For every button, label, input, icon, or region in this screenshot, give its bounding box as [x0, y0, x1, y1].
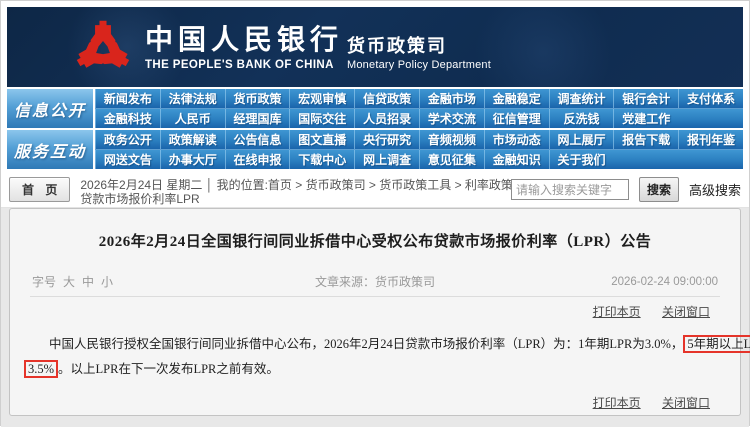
nav-item-renminbi[interactable]: 人民币: [159, 109, 225, 128]
nav-cell-empty: [613, 150, 678, 169]
dept-name-en: Monetary Policy Department: [347, 59, 491, 71]
nav-item-tuwenzhibo[interactable]: 图文直播: [289, 130, 354, 149]
nav-item-jinrongshichang[interactable]: 金融市场: [419, 89, 484, 108]
bank-title-block: 中国人民银行 THE PEOPLE'S BANK OF CHINA: [145, 24, 343, 71]
nav-item-banshidating[interactable]: 办事大厅: [159, 150, 225, 169]
print-close-row-top: 打印本页 关闭窗口: [10, 303, 710, 320]
nav-section-label-service[interactable]: 服务互动: [7, 130, 93, 169]
nav-item-hongguanshenshen[interactable]: 宏观审慎: [289, 89, 354, 108]
nav-item-diaochatongji[interactable]: 调查统计: [548, 89, 614, 108]
print-page-link[interactable]: 打印本页: [593, 396, 641, 410]
nav-item-huobizhengce[interactable]: 货币政策: [224, 89, 290, 108]
nav-row-4: 网送文告 办事大厅 在线申报 下载中心 网上调查 意见征集 金融知识 关于我们: [95, 149, 743, 169]
article-body: 中国人民银行授权全国银行间同业拆借中心公布，2026年2月24日贷款市场报价利率…: [24, 332, 750, 382]
nav-item-baogaoxiazai[interactable]: 报告下载: [613, 130, 678, 149]
nav-row-1: 新闻发布 法律法规 货币政策 宏观审慎 信贷政策 金融市场 金融稳定 调查统计 …: [95, 89, 743, 108]
nav-item-zhengxinguanli[interactable]: 征信管理: [483, 109, 549, 128]
print-page-link[interactable]: 打印本页: [593, 305, 641, 319]
dept-title-block: 货币政策司 Monetary Policy Department: [347, 34, 491, 71]
nav-row-2: 金融科技 人民币 经理国库 国际交往 人员招录 学术交流 征信管理 反洗钱 党建…: [95, 108, 743, 128]
nav-row-3: 政务公开 政策解读 公告信息 图文直播 央行研究 音频视频 市场动态 网上展厅 …: [95, 130, 743, 149]
article-paragraph-line-2: 3.5% 。以上LPR在下一次发布LPR之前有效。: [24, 357, 726, 382]
nav-item-dangjiangongzuo[interactable]: 党建工作: [613, 109, 678, 128]
nav-item-baokannianjian[interactable]: 报刊年鉴: [678, 130, 743, 149]
paragraph-text-2: 。以上LPR在下一次发布LPR之前有效。: [58, 362, 279, 376]
nav-cell-empty: [678, 109, 743, 128]
font-size-large[interactable]: 大: [63, 273, 75, 290]
article-title: 2026年2月24日全国银行间同业拆借中心受权公布贷款市场报价利率（LPR）公告: [98, 234, 652, 250]
nav-item-yinhangkuaiji[interactable]: 银行会计: [613, 89, 678, 108]
close-window-link[interactable]: 关闭窗口: [662, 305, 710, 319]
nav-item-wangshangdiaocha[interactable]: 网上调查: [354, 150, 419, 169]
nav-item-xinwenfabu[interactable]: 新闻发布: [95, 89, 160, 108]
article-datetime: 2026-02-24 09:00:00: [611, 275, 718, 288]
print-close-row-bottom: 打印本页 关闭窗口: [10, 394, 710, 411]
header-banner: 中国人民银行 THE PEOPLE'S BANK OF CHINA 货币政策司 …: [7, 7, 743, 87]
nav-item-xindaizhengce[interactable]: 信贷政策: [354, 89, 419, 108]
nav-item-gonggaoxinxi[interactable]: 公告信息: [224, 130, 290, 149]
pboc-logo-icon: [73, 20, 133, 74]
nav-item-falvfagui[interactable]: 法律法规: [159, 89, 225, 108]
nav-item-wangshangzhanting[interactable]: 网上展厅: [548, 130, 614, 149]
nav-item-yinpinshipin[interactable]: 音频视频: [419, 130, 484, 149]
paragraph-text-1: 中国人民银行授权全国银行间同业拆借中心公布，2026年2月24日贷款市场报价利率…: [49, 337, 684, 351]
article-panel: 2026年2月24日全国银行间同业拆借中心受权公布贷款市场报价利率（LPR）公告…: [9, 208, 750, 416]
nav-item-renyuanzhaolu[interactable]: 人员招录: [354, 109, 419, 128]
nav-item-guanyuwomen[interactable]: 关于我们: [548, 150, 614, 169]
nav-item-xueshujiaoliu[interactable]: 学术交流: [419, 109, 484, 128]
nav-item-fanxiqian[interactable]: 反洗钱: [548, 109, 614, 128]
nav-section-label-info[interactable]: 信息公开: [7, 89, 93, 128]
search-button[interactable]: 搜索: [638, 177, 679, 202]
nav-cell-empty: [678, 150, 743, 169]
bank-name-en: THE PEOPLE'S BANK OF CHINA: [145, 59, 334, 71]
breadcrumb[interactable]: 2026年2月24日 星期二 │ 我的位置:首页 > 货币政策司 > 货币政策工…: [80, 178, 532, 206]
header: 中国人民银行 THE PEOPLE'S BANK OF CHINA 货币政策司 …: [1, 1, 749, 87]
highlight-rate-value: 3.5%: [24, 360, 59, 378]
nav-item-xiazaizhongxin[interactable]: 下载中心: [289, 150, 354, 169]
article-meta-row: 字号 大 中 小 文章来源：货币政策司 2026-02-24 09:00:00: [32, 273, 718, 290]
breadcrumb-bar: 首 页 2026年2月24日 星期二 │ 我的位置:首页 > 货币政策司 > 货…: [1, 171, 749, 208]
nav-item-zhengwugongkai[interactable]: 政务公开: [95, 130, 160, 149]
font-size-label: 字号: [32, 275, 57, 289]
highlight-5y-lpr: 5年期以上LPR为: [683, 335, 750, 353]
advanced-search-link[interactable]: 高级搜索: [689, 180, 741, 199]
article-paragraph-line-1: 中国人民银行授权全国银行间同业拆借中心公布，2026年2月24日贷款市场报价利率…: [24, 332, 750, 357]
search-input[interactable]: [510, 179, 629, 200]
nav-item-jinrongzhishi[interactable]: 金融知识: [483, 150, 549, 169]
font-size-medium[interactable]: 中: [82, 273, 94, 290]
search-area: 搜索 高级搜索: [510, 177, 741, 202]
nav-item-yanghangyanjiu[interactable]: 央行研究: [354, 130, 419, 149]
nav-item-jingliguoku[interactable]: 经理国库: [224, 109, 290, 128]
nav-item-shichangdongtai[interactable]: 市场动态: [483, 130, 549, 149]
nav-item-zhengcejiedu[interactable]: 政策解读: [159, 130, 225, 149]
nav-rows-service: 政务公开 政策解读 公告信息 图文直播 央行研究 音频视频 市场动态 网上展厅 …: [95, 130, 743, 169]
font-size-controls: 字号 大 中 小: [32, 273, 113, 290]
nav-section-info: 信息公开 新闻发布 法律法规 货币政策 宏观审慎 信贷政策 金融市场 金融稳定 …: [7, 89, 743, 128]
font-size-small[interactable]: 小: [101, 273, 113, 290]
main-nav: 信息公开 新闻发布 法律法规 货币政策 宏观审慎 信贷政策 金融市场 金融稳定 …: [1, 87, 749, 169]
nav-item-guojijiaowang[interactable]: 国际交往: [289, 109, 354, 128]
nav-item-jinrongwending[interactable]: 金融稳定: [483, 89, 549, 108]
nav-rows-info: 新闻发布 法律法规 货币政策 宏观审慎 信贷政策 金融市场 金融稳定 调查统计 …: [95, 89, 743, 128]
nav-section-service: 服务互动 政务公开 政策解读 公告信息 图文直播 央行研究 音频视频 市场动态 …: [7, 130, 743, 169]
dept-name-cn: 货币政策司: [347, 36, 447, 56]
bank-name-cn: 中国人民银行: [145, 25, 344, 56]
home-button[interactable]: 首 页: [9, 177, 71, 202]
divider: [30, 296, 720, 297]
close-window-link[interactable]: 关闭窗口: [662, 396, 710, 410]
page-background: 2026年2月24日全国银行间同业拆借中心受权公布贷款市场报价利率（LPR）公告…: [1, 208, 750, 427]
nav-item-zaixianshenbao[interactable]: 在线申报: [224, 150, 290, 169]
nav-item-yijianzhengji[interactable]: 意见征集: [419, 150, 484, 169]
nav-item-jinrongkeji[interactable]: 金融科技: [95, 109, 160, 128]
nav-item-zhifutixi[interactable]: 支付体系: [678, 89, 743, 108]
nav-item-wangsongwengao[interactable]: 网送文告: [95, 150, 160, 169]
